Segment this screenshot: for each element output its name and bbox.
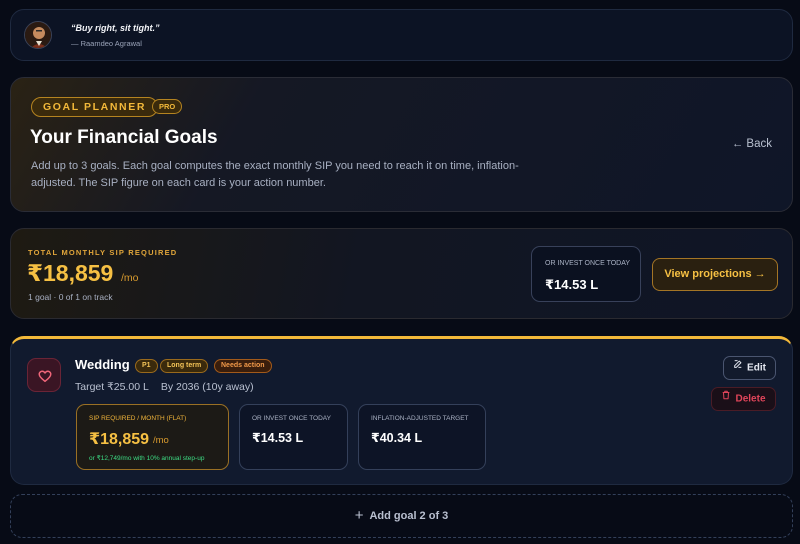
- sip-required-metric: SIP REQUIRED / MONTH (FLAT) ₹18,859 /mo …: [76, 404, 229, 470]
- invest-once-box: OR INVEST ONCE TODAY ₹14.53 L: [531, 246, 641, 302]
- term-tag: Long term: [160, 359, 209, 373]
- plus-icon: +: [354, 507, 364, 524]
- page-title: Your Financial Goals: [30, 127, 218, 148]
- goal-target: Target ₹25.00 L: [75, 381, 149, 393]
- invest-once-metric-label: OR INVEST ONCE TODAY: [252, 415, 331, 422]
- priority-tag: P1: [135, 359, 158, 373]
- quote-card: “Buy right, sit tight.” — Raamdeo Agrawa…: [10, 9, 793, 61]
- sip-required-unit: /mo: [153, 435, 169, 446]
- inflation-target-metric: INFLATION-ADJUSTED TARGET ₹40.34 L: [358, 404, 486, 470]
- edit-label: Edit: [747, 362, 766, 374]
- goal-planner-header: GOAL PLANNER PRO Your Financial Goals Ad…: [10, 77, 793, 212]
- view-projections-button[interactable]: View projections →: [652, 258, 778, 291]
- quote-author: — Raamdeo Agrawal: [71, 39, 142, 48]
- sip-required-value: ₹18,859: [89, 431, 150, 448]
- total-sip-unit: /mo: [121, 272, 139, 284]
- total-sip-label: TOTAL MONTHLY SIP REQUIRED: [28, 248, 178, 257]
- goal-name: Wedding: [75, 357, 130, 372]
- edit-icon: [733, 356, 743, 378]
- invest-once-value: ₹14.53 L: [545, 277, 599, 292]
- goal-target-info: Target ₹25.00 L By 2036 (10y away): [75, 381, 254, 393]
- invest-once-metric-value: ₹14.53 L: [252, 431, 304, 445]
- total-sip-amount: ₹18,859: [27, 260, 114, 286]
- invest-once-metric: OR INVEST ONCE TODAY ₹14.53 L: [239, 404, 348, 470]
- sip-required-label: SIP REQUIRED / MONTH (FLAT): [89, 415, 187, 422]
- delete-label: Delete: [735, 393, 766, 405]
- goals-on-track-text: 1 goal · 0 of 1 on track: [28, 292, 113, 302]
- status-tag: Needs action: [214, 359, 272, 373]
- back-button[interactable]: ← Back: [732, 138, 772, 150]
- quote-text: “Buy right, sit tight.”: [71, 23, 160, 33]
- edit-button[interactable]: Edit: [723, 356, 776, 380]
- heart-icon: [27, 358, 61, 392]
- step-up-note: or ₹12,749/mo with 10% annual step-up: [89, 455, 205, 462]
- add-goal-button[interactable]: + Add goal 2 of 3: [10, 494, 793, 538]
- author-avatar: [24, 21, 52, 49]
- pro-badge: PRO: [152, 99, 183, 114]
- inflation-target-label: INFLATION-ADJUSTED TARGET: [371, 415, 469, 422]
- delete-button[interactable]: Delete: [711, 387, 776, 411]
- page-description: Add up to 3 goals. Each goal computes th…: [31, 160, 519, 189]
- add-goal-label: Add goal 2 of 3: [369, 510, 449, 522]
- inflation-target-value: ₹40.34 L: [371, 431, 423, 445]
- total-sip-summary: TOTAL MONTHLY SIP REQUIRED ₹18,859 /mo 1…: [10, 228, 793, 319]
- goal-deadline: By 2036 (10y away): [160, 381, 254, 393]
- goal-card-wedding: Wedding P1 Long term Needs action Target…: [10, 336, 793, 485]
- goal-planner-badge: GOAL PLANNER: [31, 97, 159, 117]
- invest-once-label: OR INVEST ONCE TODAY: [545, 260, 631, 267]
- trash-icon: [721, 387, 731, 409]
